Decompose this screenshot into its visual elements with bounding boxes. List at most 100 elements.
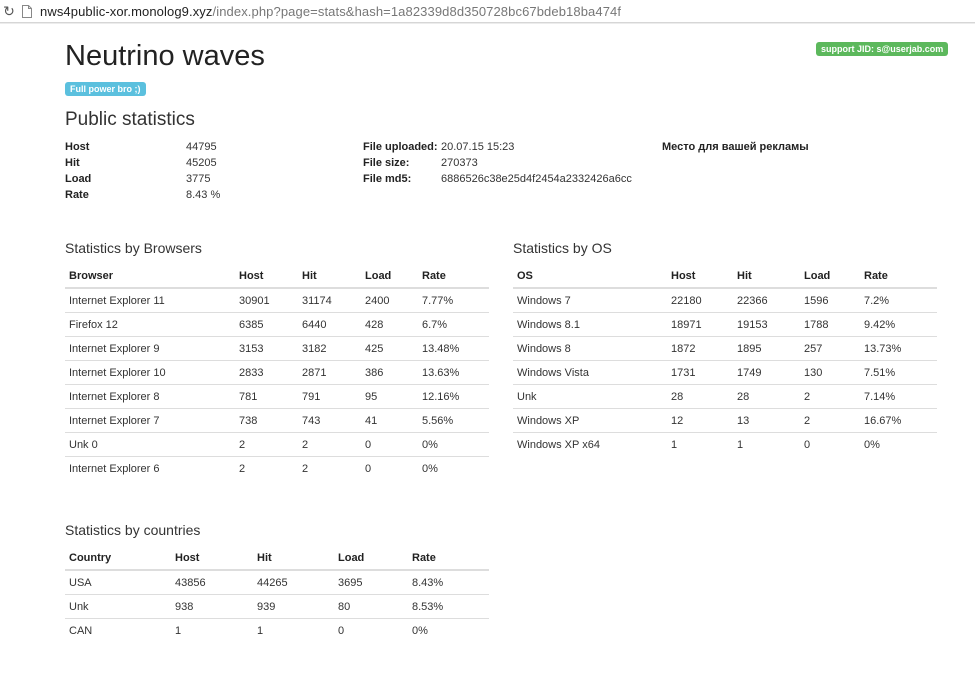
summary-row-host: Host 44795 — [65, 139, 220, 155]
os-title: Statistics by OS — [513, 240, 612, 256]
table-cell: 13.48% — [418, 336, 489, 361]
address-bar[interactable]: ↻ nws4public-xor.monolog9.xyz/index.php?… — [0, 0, 975, 23]
table-cell: 12 — [667, 408, 733, 433]
column-header: Rate — [418, 265, 489, 289]
table-cell: 22366 — [737, 294, 768, 307]
table-cell: 0% — [408, 618, 489, 642]
file-info: File uploaded: 20.07.15 15:23 File size:… — [363, 139, 632, 187]
table-cell: 5.56% — [418, 408, 489, 433]
reload-icon[interactable]: ↻ — [2, 3, 16, 19]
table-cell: Unk 0 — [65, 432, 235, 457]
url-text[interactable]: nws4public-xor.monolog9.xyz/index.php?pa… — [40, 4, 621, 19]
table-cell: Firefox 12 — [65, 312, 235, 337]
table-cell: 0 — [334, 618, 408, 642]
table-cell: 2 — [235, 432, 298, 457]
table-cell: 2 — [800, 408, 860, 433]
table-header-row: OS Host Hit Load Rate — [513, 265, 937, 289]
table-cell: 130 — [800, 360, 860, 385]
table-cell: 1596 — [804, 294, 829, 307]
column-header: Country — [65, 547, 171, 571]
table-cell: 6440 — [298, 312, 361, 337]
table-cell: 2871 — [298, 360, 361, 385]
table-cell: Windows Vista — [513, 360, 667, 385]
table-row: Windows XP x64 1 1 0 0% — [513, 432, 937, 456]
table-cell: 13 — [733, 408, 800, 433]
table-cell: 738 — [235, 408, 298, 433]
file-value: 20.07.15 15:23 — [441, 141, 515, 153]
table-row: Windows 8.1 18971 19153 1788 9.42% — [513, 312, 937, 337]
column-header: Load — [800, 265, 860, 289]
public-stats-title: Public statistics — [65, 109, 195, 130]
table-cell: 0 — [361, 456, 418, 480]
countries-table: Country Host Hit Load Rate USA 43856 44265… — [65, 547, 489, 642]
summary-label: Load — [65, 173, 92, 185]
url-host: nws4public-xor.monolog9.xyz — [40, 3, 213, 19]
table-cell: 6.7% — [418, 312, 489, 337]
summary-label: Hit — [65, 157, 80, 169]
table-row: Internet Explorer 9 3153 3182 425 13.48% — [65, 336, 489, 361]
table-row: Firefox 12 6385 6440 428 6.7% — [65, 312, 489, 337]
table-cell: Internet Explorer 10 — [65, 360, 235, 385]
file-row-uploaded: File uploaded: 20.07.15 15:23 — [363, 139, 632, 155]
support-badge: support JID: s@userjab.com — [816, 42, 949, 56]
table-cell: 12.16% — [418, 384, 489, 409]
browsers-title: Statistics by Browsers — [65, 240, 202, 256]
summary-label: Rate — [65, 189, 89, 201]
summary-row-load: Load 3775 — [65, 171, 220, 187]
column-header: Rate — [860, 265, 937, 289]
file-value: 6886526c38e25d4f2454a2332426a6cc — [441, 173, 632, 185]
table-cell: 0% — [418, 432, 489, 457]
table-row: Internet Explorer 6 2 2 0 0% — [65, 456, 489, 480]
page-title: Neutrino waves — [65, 40, 265, 72]
table-row: Windows 7 22180 22366 1596 7.2% — [513, 288, 937, 313]
table-cell: 28 — [667, 384, 733, 409]
table-row: USA 43856 44265 3695 8.43% — [65, 570, 489, 595]
table-row: Windows 8 1872 1895 257 13.73% — [513, 336, 937, 361]
table-cell: 31174 — [302, 294, 332, 307]
table-cell: 0% — [860, 432, 937, 456]
table-cell: Windows 7 — [517, 294, 571, 307]
column-header: Load — [334, 547, 408, 571]
table-cell: 1749 — [733, 360, 800, 385]
column-header: Load — [361, 265, 418, 289]
column-header: Host — [171, 547, 253, 571]
table-cell: 16.67% — [860, 408, 937, 433]
table-header-row: Browser Host Hit Load Rate — [65, 265, 489, 289]
table-row: Internet Explorer 7 738 743 41 5.56% — [65, 408, 489, 433]
file-label: File size: — [363, 157, 410, 169]
table-cell: Unk — [513, 384, 667, 409]
table-cell: 3695 — [338, 576, 363, 589]
summary-value: 3775 — [186, 173, 211, 185]
table-cell: 1 — [253, 618, 334, 642]
table-cell: 22180 — [671, 294, 702, 307]
url-path: /index.php?page=stats&hash=1a82339d8d350… — [212, 3, 622, 19]
table-cell: Internet Explorer 8 — [65, 384, 235, 409]
table-cell: 7.14% — [860, 384, 937, 409]
summary-label: Host — [65, 141, 90, 153]
table-row: Unk 938 939 80 8.53% — [65, 594, 489, 619]
table-cell: Windows 8.1 — [513, 312, 667, 337]
table-cell: 2 — [800, 384, 860, 409]
table-row: Unk 0 2 2 0 0% — [65, 432, 489, 457]
column-header: Hit — [298, 265, 361, 289]
table-cell: 19153 — [733, 312, 800, 337]
table-cell: 9.42% — [860, 312, 937, 337]
table-cell: Unk — [65, 594, 171, 619]
browsers-table: Browser Host Hit Load Rate Internet Expl… — [65, 265, 489, 480]
table-cell: 1872 — [667, 336, 733, 361]
table-cell: 1 — [667, 432, 733, 456]
table-cell: 939 — [253, 594, 334, 619]
file-value: 270373 — [441, 157, 478, 169]
table-cell: 781 — [235, 384, 298, 409]
column-header: OS — [513, 265, 667, 289]
table-cell: 7.77% — [422, 294, 454, 307]
table-row: Windows XP 12 13 2 16.67% — [513, 408, 937, 433]
table-cell: 41 — [361, 408, 418, 433]
table-cell: Internet Explorer 7 — [65, 408, 235, 433]
table-row: Internet Explorer 8 781 791 95 12.16% — [65, 384, 489, 409]
table-cell: 8.53% — [408, 594, 489, 619]
table-cell: 791 — [298, 384, 361, 409]
table-cell: CAN — [65, 618, 171, 642]
table-cell: 743 — [298, 408, 361, 433]
column-header: Rate — [408, 547, 489, 571]
